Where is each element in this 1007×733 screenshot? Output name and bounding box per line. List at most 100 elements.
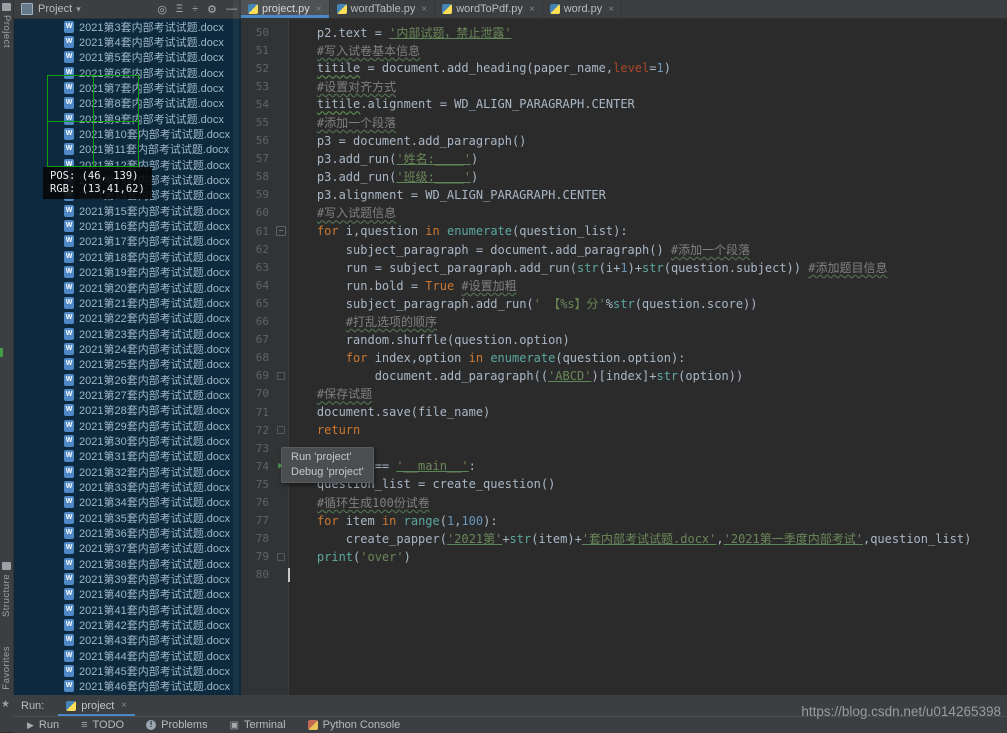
toolwindow-button-python-console[interactable]: Python Console bbox=[308, 719, 401, 731]
code-line[interactable]: 63run = subject_paragraph.add_run(str(i+… bbox=[241, 258, 1007, 276]
code-line[interactable]: 71document.save(file_name) bbox=[241, 403, 1007, 421]
code-line[interactable]: 65subject_paragraph.add_run(' 【%s】分'%str… bbox=[241, 294, 1007, 312]
stripe-project-label[interactable]: Project bbox=[1, 15, 12, 48]
code-line[interactable]: 77for item in range(1,100): bbox=[241, 512, 1007, 530]
run-project-item[interactable]: Run 'project' bbox=[291, 450, 364, 465]
fold-end-icon[interactable] bbox=[277, 426, 285, 434]
code-line[interactable]: 52titile = document.add_heading(paper_na… bbox=[241, 59, 1007, 77]
file-item[interactable]: W2021第27套内部考试试题.docx bbox=[13, 387, 241, 402]
code-line[interactable]: 72return bbox=[241, 421, 1007, 439]
close-icon[interactable]: × bbox=[608, 4, 614, 15]
project-panel-title[interactable]: Project bbox=[38, 3, 72, 15]
file-item[interactable]: W2021第45套内部考试试题.docx bbox=[13, 663, 241, 678]
code-line[interactable]: 79print('over') bbox=[241, 548, 1007, 566]
file-item[interactable]: W2021第33套内部考试试题.docx bbox=[13, 479, 241, 494]
file-name: 2021第22套内部考试试题.docx bbox=[79, 310, 230, 326]
locate-icon[interactable]: ◎ bbox=[157, 3, 167, 16]
code-line[interactable]: 55#添加一个段落 bbox=[241, 113, 1007, 131]
toolwindow-button-problems[interactable]: !Problems bbox=[146, 719, 207, 731]
favorites-star-icon[interactable]: ★ bbox=[1, 699, 10, 710]
code-area[interactable]: 50p2.text = '内部试题，禁止泄露'51#写入试卷基本信息52titi… bbox=[241, 19, 1007, 695]
code-line[interactable]: 56p3 = document.add_paragraph() bbox=[241, 132, 1007, 150]
file-item[interactable]: W2021第21套内部考试试题.docx bbox=[13, 295, 241, 310]
file-item[interactable]: W2021第39套内部考试试题.docx bbox=[13, 571, 241, 586]
editor-tab-word-py[interactable]: word.py× bbox=[543, 0, 622, 18]
file-item[interactable]: W2021第26套内部考试试题.docx bbox=[13, 372, 241, 387]
fold-end-icon[interactable] bbox=[277, 553, 285, 561]
file-item[interactable]: W2021第41套内部考试试题.docx bbox=[13, 602, 241, 617]
file-item[interactable]: W2021第24套内部考试试题.docx bbox=[13, 341, 241, 356]
file-item[interactable]: W2021第3套内部考试试题.docx bbox=[13, 19, 241, 34]
close-icon[interactable]: × bbox=[421, 4, 427, 15]
file-item[interactable]: W2021第22套内部考试试题.docx bbox=[13, 311, 241, 326]
chevron-down-icon[interactable]: ▾ bbox=[76, 4, 81, 15]
code-line[interactable]: 68for index,option in enumerate(question… bbox=[241, 349, 1007, 367]
fold-end-icon[interactable] bbox=[277, 372, 285, 380]
docx-icon: W bbox=[64, 220, 74, 232]
file-item[interactable]: W2021第36套内部考试试题.docx bbox=[13, 525, 241, 540]
file-item[interactable]: W2021第17套内部考试试题.docx bbox=[13, 234, 241, 249]
file-item[interactable]: W2021第16套内部考试试题.docx bbox=[13, 218, 241, 233]
file-item[interactable]: W2021第46套内部考试试题.docx bbox=[13, 679, 241, 694]
fold-icon[interactable]: − bbox=[276, 226, 286, 236]
code-line[interactable]: 64run.bold = True #设置加粗 bbox=[241, 276, 1007, 294]
project-scrollbar[interactable] bbox=[233, 0, 239, 695]
toolwindow-button-run[interactable]: ▶Run bbox=[27, 719, 59, 731]
editor-tab-project-py[interactable]: project.py× bbox=[241, 0, 330, 18]
run-tab-project[interactable]: project × bbox=[58, 695, 135, 716]
debug-project-item[interactable]: Debug 'project' bbox=[291, 465, 364, 480]
file-item[interactable]: W2021第28套内部考试试题.docx bbox=[13, 403, 241, 418]
file-item[interactable]: W2021第30套内部考试试题.docx bbox=[13, 433, 241, 448]
file-item[interactable]: W2021第40套内部考试试题.docx bbox=[13, 587, 241, 602]
code-line[interactable]: 61−for i,question in enumerate(question_… bbox=[241, 222, 1007, 240]
file-item[interactable]: W2021第20套内部考试试题.docx bbox=[13, 280, 241, 295]
file-item[interactable]: W2021第42套内部考试试题.docx bbox=[13, 617, 241, 632]
file-item[interactable]: W2021第15套内部考试试题.docx bbox=[13, 203, 241, 218]
file-item[interactable]: W2021第4套内部考试试题.docx bbox=[13, 34, 241, 49]
file-item[interactable]: W2021第31套内部考试试题.docx bbox=[13, 449, 241, 464]
stripe-favorites-label[interactable]: Favorites bbox=[1, 646, 12, 690]
code-line[interactable]: 62subject_paragraph = document.add_parag… bbox=[241, 240, 1007, 258]
code-line[interactable]: 51#写入试卷基本信息 bbox=[241, 41, 1007, 59]
code-line[interactable]: 66#打乱选项的顺序 bbox=[241, 313, 1007, 331]
editor-tab-wordToPdf-py[interactable]: wordToPdf.py× bbox=[435, 0, 543, 18]
code-line[interactable]: 80 bbox=[241, 566, 1007, 584]
code-line[interactable]: 53#设置对齐方式 bbox=[241, 77, 1007, 95]
file-item[interactable]: W2021第25套内部考试试题.docx bbox=[13, 357, 241, 372]
stripe-structure-label[interactable]: Structure bbox=[1, 574, 12, 617]
code-line[interactable]: 50p2.text = '内部试题，禁止泄露' bbox=[241, 23, 1007, 41]
code-line[interactable]: 67random.shuffle(question.option) bbox=[241, 331, 1007, 349]
close-icon[interactable]: × bbox=[121, 700, 127, 711]
file-item[interactable]: W2021第44套内部考试试题.docx bbox=[13, 648, 241, 663]
close-icon[interactable]: × bbox=[529, 4, 535, 15]
file-item[interactable]: W2021第23套内部考试试题.docx bbox=[13, 326, 241, 341]
code-line[interactable]: 58p3.add_run('班级:____') bbox=[241, 168, 1007, 186]
close-icon[interactable]: × bbox=[316, 4, 322, 15]
code-line[interactable]: 70#保存试题 bbox=[241, 385, 1007, 403]
file-item[interactable]: W2021第19套内部考试试题.docx bbox=[13, 265, 241, 280]
file-item[interactable]: W2021第38套内部考试试题.docx bbox=[13, 556, 241, 571]
code-line[interactable]: 54titile.alignment = WD_ALIGN_PARAGRAPH.… bbox=[241, 95, 1007, 113]
code-line[interactable]: 69document.add_paragraph(('ABCD')[index]… bbox=[241, 367, 1007, 385]
toolwindow-button-terminal[interactable]: ▣Terminal bbox=[230, 719, 286, 731]
filter-icon[interactable]: ÷ bbox=[192, 3, 198, 15]
collapse-all-icon[interactable]: Ξ bbox=[176, 3, 183, 15]
file-item[interactable]: W2021第29套内部考试试题.docx bbox=[13, 418, 241, 433]
code-line[interactable]: 60#写入试题信息 bbox=[241, 204, 1007, 222]
toolwindow-button-todo[interactable]: ≡TODO bbox=[81, 719, 124, 731]
file-item[interactable]: W2021第37套内部考试试题.docx bbox=[13, 541, 241, 556]
line-number: 64 bbox=[241, 279, 274, 292]
terminal-icon: ▣ bbox=[230, 720, 239, 731]
editor-tab-wordTable-py[interactable]: wordTable.py× bbox=[330, 0, 436, 18]
code-line[interactable]: 59p3.alignment = WD_ALIGN_PARAGRAPH.CENT… bbox=[241, 186, 1007, 204]
code-line[interactable]: 78create_papper('2021第'+str(item)+'套内部考试… bbox=[241, 530, 1007, 548]
code-line[interactable]: 57p3.add_run('姓名:____') bbox=[241, 150, 1007, 168]
file-item[interactable]: W2021第43套内部考试试题.docx bbox=[13, 633, 241, 648]
settings-gear-icon[interactable]: ⚙ bbox=[207, 3, 217, 16]
file-item[interactable]: W2021第34套内部考试试题.docx bbox=[13, 495, 241, 510]
file-item[interactable]: W2021第32套内部考试试题.docx bbox=[13, 464, 241, 479]
file-item[interactable]: W2021第18套内部考试试题.docx bbox=[13, 249, 241, 264]
file-item[interactable]: W2021第5套内部考试试题.docx bbox=[13, 50, 241, 65]
code-line[interactable]: 76#循环生成100份试卷 bbox=[241, 493, 1007, 511]
file-item[interactable]: W2021第35套内部考试试题.docx bbox=[13, 510, 241, 525]
